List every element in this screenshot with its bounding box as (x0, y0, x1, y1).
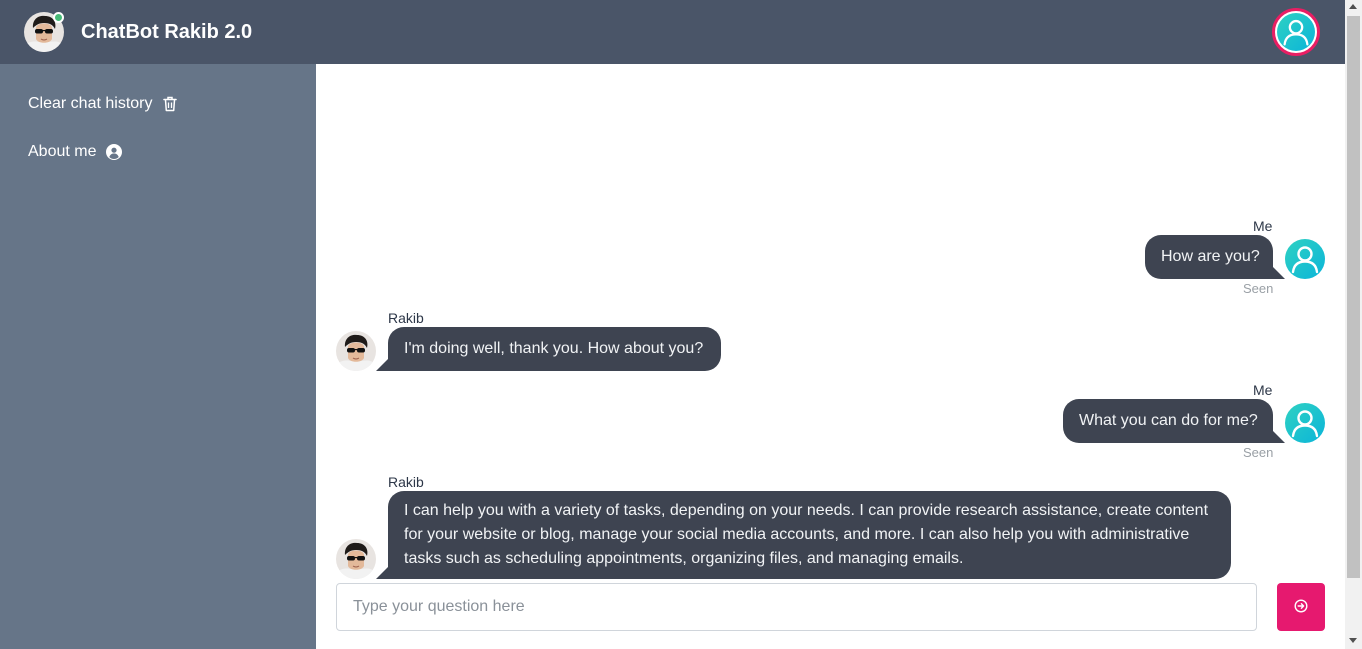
user-avatar-icon (1277, 13, 1315, 51)
app-title: ChatBot Rakib 2.0 (81, 21, 253, 43)
user-avatar-button[interactable] (1272, 8, 1320, 56)
user-avatar-icon (1285, 239, 1325, 279)
message-sender: Me (1253, 218, 1273, 234)
scroll-up-arrow-icon[interactable] (1349, 4, 1357, 9)
bubble-tail (1273, 267, 1285, 279)
arrow-circle-right-icon (1294, 598, 1308, 616)
page-scrollbar[interactable] (1345, 0, 1362, 649)
send-button[interactable] (1277, 583, 1325, 631)
bot-message-bubble: I'm doing well, thank you. How about you… (388, 327, 721, 371)
scroll-down-arrow-icon[interactable] (1349, 638, 1357, 643)
message-sender: Rakib (388, 310, 424, 326)
seen-status: Seen (1243, 281, 1274, 296)
message-sender: Rakib (388, 474, 424, 490)
clear-chat-history-button[interactable]: Clear chat history (28, 91, 177, 117)
user-avatar-icon (1285, 403, 1325, 443)
sidebar-item-label: Clear chat history (28, 95, 153, 112)
seen-status: Seen (1243, 445, 1274, 460)
bot-avatar (336, 331, 376, 371)
about-me-link[interactable]: About me (28, 139, 123, 165)
bubble-tail (376, 359, 388, 371)
bot-avatar (336, 539, 376, 579)
bot-message-bubble: I can help you with a variety of tasks, … (388, 491, 1231, 579)
sidebar: Clear chat history About me (0, 64, 316, 649)
top-bar: ChatBot Rakib 2.0 (0, 0, 1345, 64)
trash-icon (162, 96, 177, 112)
question-input[interactable] (336, 583, 1257, 631)
sidebar-item-label: About me (28, 143, 97, 160)
scrollbar-thumb[interactable] (1347, 16, 1360, 578)
bubble-tail (376, 567, 388, 579)
online-status-indicator (53, 12, 64, 23)
user-message-bubble: What you can do for me? (1063, 399, 1273, 443)
chat-panel: Me How are you? Seen Rakib I'm doing wel… (316, 64, 1345, 649)
user-circle-icon (106, 144, 123, 160)
user-message-bubble: How are you? (1145, 235, 1273, 279)
bubble-tail (1273, 431, 1285, 443)
message-sender: Me (1253, 382, 1273, 398)
